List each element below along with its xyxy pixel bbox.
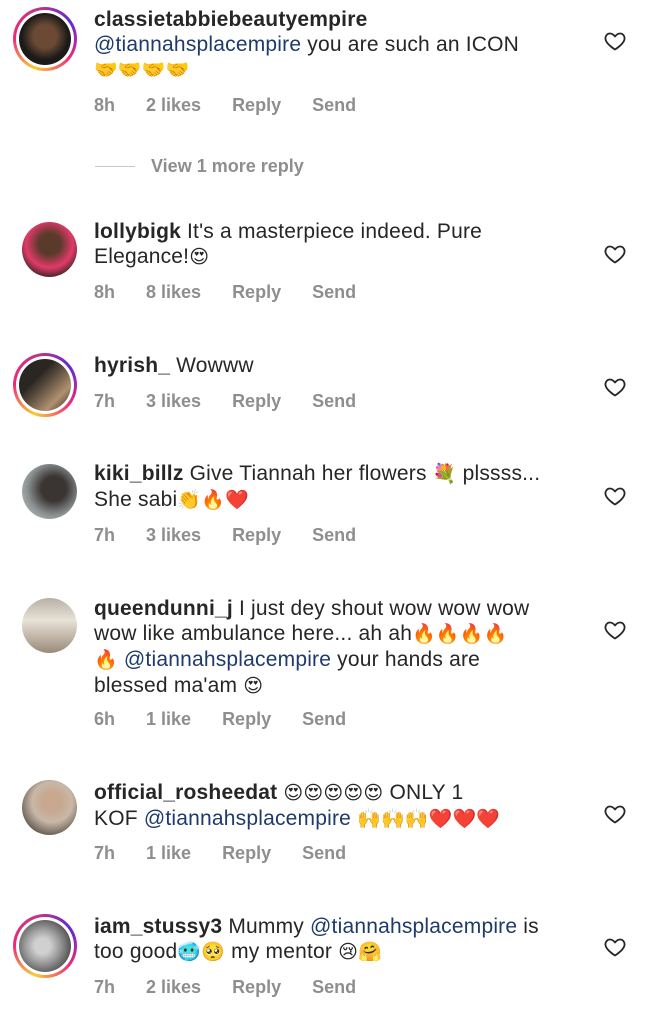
comment-body: blessed ma'am bbox=[94, 674, 244, 697]
reply-button[interactable]: Reply bbox=[232, 95, 281, 116]
comment-body: wow like ambulance here... ah ah bbox=[94, 622, 413, 645]
reply-divider bbox=[95, 166, 135, 167]
send-button[interactable]: Send bbox=[312, 282, 356, 303]
comment-text: hyrish_ Wowww bbox=[94, 353, 574, 378]
emoji: 😍😍😍😍😍 bbox=[283, 782, 384, 804]
comment-username[interactable]: kiki_billz bbox=[94, 462, 184, 485]
comment-body: KOF bbox=[94, 807, 144, 830]
mention-link[interactable]: @tiannahsplacempire bbox=[124, 648, 331, 671]
comment-text: lollybigk It's a masterpiece indeed. Pur… bbox=[94, 219, 574, 270]
comment-body: ONLY 1 bbox=[383, 781, 464, 804]
comment-likes[interactable]: 2 likes bbox=[146, 95, 201, 116]
comment-body: Give Tiannah her flowers bbox=[183, 462, 433, 485]
comment-body: your hands are bbox=[331, 648, 481, 671]
mention-link[interactable]: @tiannahsplacempire bbox=[144, 807, 351, 830]
comment-body: you are such an ICON bbox=[301, 33, 520, 56]
avatar[interactable] bbox=[22, 222, 77, 277]
comment-username[interactable]: iam_stussy3 bbox=[94, 915, 222, 938]
comment-meta: 7h 2 likes Reply Send bbox=[94, 977, 387, 998]
comment-meta: 8h 8 likes Reply Send bbox=[94, 282, 387, 303]
comment-time: 7h bbox=[94, 525, 116, 545]
comment-meta: 7h 3 likes Reply Send bbox=[94, 525, 387, 546]
comment-username[interactable]: official_rosheedat bbox=[94, 781, 277, 804]
mention-link[interactable]: @tiannahsplacempire bbox=[310, 915, 517, 938]
emoji: 🔥🔥🔥🔥 bbox=[412, 623, 508, 645]
comment-text: kiki_billz Give Tiannah her flowers 💐 pl… bbox=[94, 461, 574, 513]
comment-text: classietabbiebeautyempire @tiannahsplacem… bbox=[94, 7, 574, 83]
send-button[interactable]: Send bbox=[312, 977, 356, 998]
comment-likes[interactable]: 3 likes bbox=[146, 391, 201, 412]
comment-body: I just dey shout wow wow wow bbox=[232, 597, 530, 620]
emoji: 💐 bbox=[432, 463, 457, 485]
comment-text: official_rosheedat 😍😍😍😍😍 ONLY 1 KOF @tian… bbox=[94, 780, 574, 832]
comment-body: plssss... bbox=[456, 462, 541, 485]
comment-text: iam_stussy3 Mummy @tiannahsplacempire is… bbox=[94, 914, 574, 965]
comment-body: It's a masterpiece indeed. Pure bbox=[180, 220, 483, 243]
reply-button[interactable]: Reply bbox=[222, 843, 271, 864]
comment-body: my mentor bbox=[225, 940, 339, 963]
avatar[interactable] bbox=[13, 353, 77, 417]
avatar[interactable] bbox=[13, 7, 77, 71]
emoji: 😍 bbox=[189, 246, 210, 268]
comment-username[interactable]: queendunni_j bbox=[94, 597, 233, 620]
comment-username[interactable]: hyrish_ bbox=[94, 354, 170, 377]
comment-likes[interactable]: 1 like bbox=[146, 843, 191, 864]
send-button[interactable]: Send bbox=[302, 709, 346, 730]
heart-outline-icon[interactable] bbox=[603, 29, 627, 53]
comment-body: Mummy bbox=[222, 915, 311, 938]
reply-button[interactable]: Reply bbox=[232, 977, 281, 998]
send-button[interactable]: Send bbox=[312, 95, 356, 116]
heart-outline-icon[interactable] bbox=[603, 484, 627, 508]
comment-meta: 8h 2 likes Reply Send bbox=[94, 95, 387, 116]
reply-button[interactable]: Reply bbox=[232, 525, 281, 546]
reply-button[interactable]: Reply bbox=[222, 709, 271, 730]
heart-outline-icon[interactable] bbox=[603, 935, 627, 959]
avatar[interactable] bbox=[22, 598, 77, 653]
send-button[interactable]: Send bbox=[312, 391, 356, 412]
emoji: 🙌🙌🙌❤️❤️❤️ bbox=[357, 808, 501, 830]
heart-outline-icon[interactable] bbox=[603, 802, 627, 826]
comment-body: too good bbox=[94, 940, 178, 963]
comment-username[interactable]: lollybigk bbox=[94, 220, 181, 243]
comment-text: queendunni_j I just dey shout wow wow wo… bbox=[94, 596, 574, 699]
comment-body: Wowww bbox=[170, 354, 254, 377]
comment-meta: 6h 1 like Reply Send bbox=[94, 709, 377, 730]
comment-username[interactable]: classietabbiebeautyempire bbox=[94, 8, 367, 31]
comment-meta: 7h 1 like Reply Send bbox=[94, 843, 377, 864]
heart-outline-icon[interactable] bbox=[603, 242, 627, 266]
view-more-replies-label[interactable]: View 1 more reply bbox=[151, 156, 304, 177]
reply-button[interactable]: Reply bbox=[232, 282, 281, 303]
comment-likes[interactable]: 3 likes bbox=[146, 525, 201, 546]
comment-time: 6h bbox=[94, 709, 116, 729]
comment-likes[interactable]: 8 likes bbox=[146, 282, 201, 303]
avatar[interactable] bbox=[13, 914, 77, 978]
comment-time: 8h bbox=[94, 282, 116, 302]
emoji: 😍 bbox=[243, 675, 264, 697]
comment-likes[interactable]: 2 likes bbox=[146, 977, 201, 998]
avatar[interactable] bbox=[22, 780, 77, 835]
comment-body: She sabi bbox=[94, 488, 178, 511]
comment-meta: 7h 3 likes Reply Send bbox=[94, 391, 387, 412]
send-button[interactable]: Send bbox=[312, 525, 356, 546]
emoji: 👏🔥❤️ bbox=[177, 489, 249, 511]
comment-body: is bbox=[517, 915, 539, 938]
view-more-replies[interactable]: View 1 more reply bbox=[95, 156, 304, 177]
emoji: 🤝🤝🤝🤝 bbox=[94, 59, 190, 81]
comment-time: 7h bbox=[94, 977, 116, 997]
reply-button[interactable]: Reply bbox=[232, 391, 281, 412]
avatar[interactable] bbox=[22, 464, 77, 519]
emoji: 🥶🥺 bbox=[177, 941, 226, 963]
mention-link[interactable]: @tiannahsplacempire bbox=[94, 33, 301, 56]
heart-outline-icon[interactable] bbox=[603, 375, 627, 399]
emoji: 😢🤗 bbox=[338, 941, 383, 963]
heart-outline-icon[interactable] bbox=[603, 618, 627, 642]
comment-time: 7h bbox=[94, 391, 116, 411]
emoji: 🔥 bbox=[94, 649, 118, 671]
comment-time: 7h bbox=[94, 843, 116, 863]
comment-body: Elegance! bbox=[94, 245, 190, 268]
comment-time: 8h bbox=[94, 95, 116, 115]
comment-likes[interactable]: 1 like bbox=[146, 709, 191, 730]
send-button[interactable]: Send bbox=[302, 843, 346, 864]
